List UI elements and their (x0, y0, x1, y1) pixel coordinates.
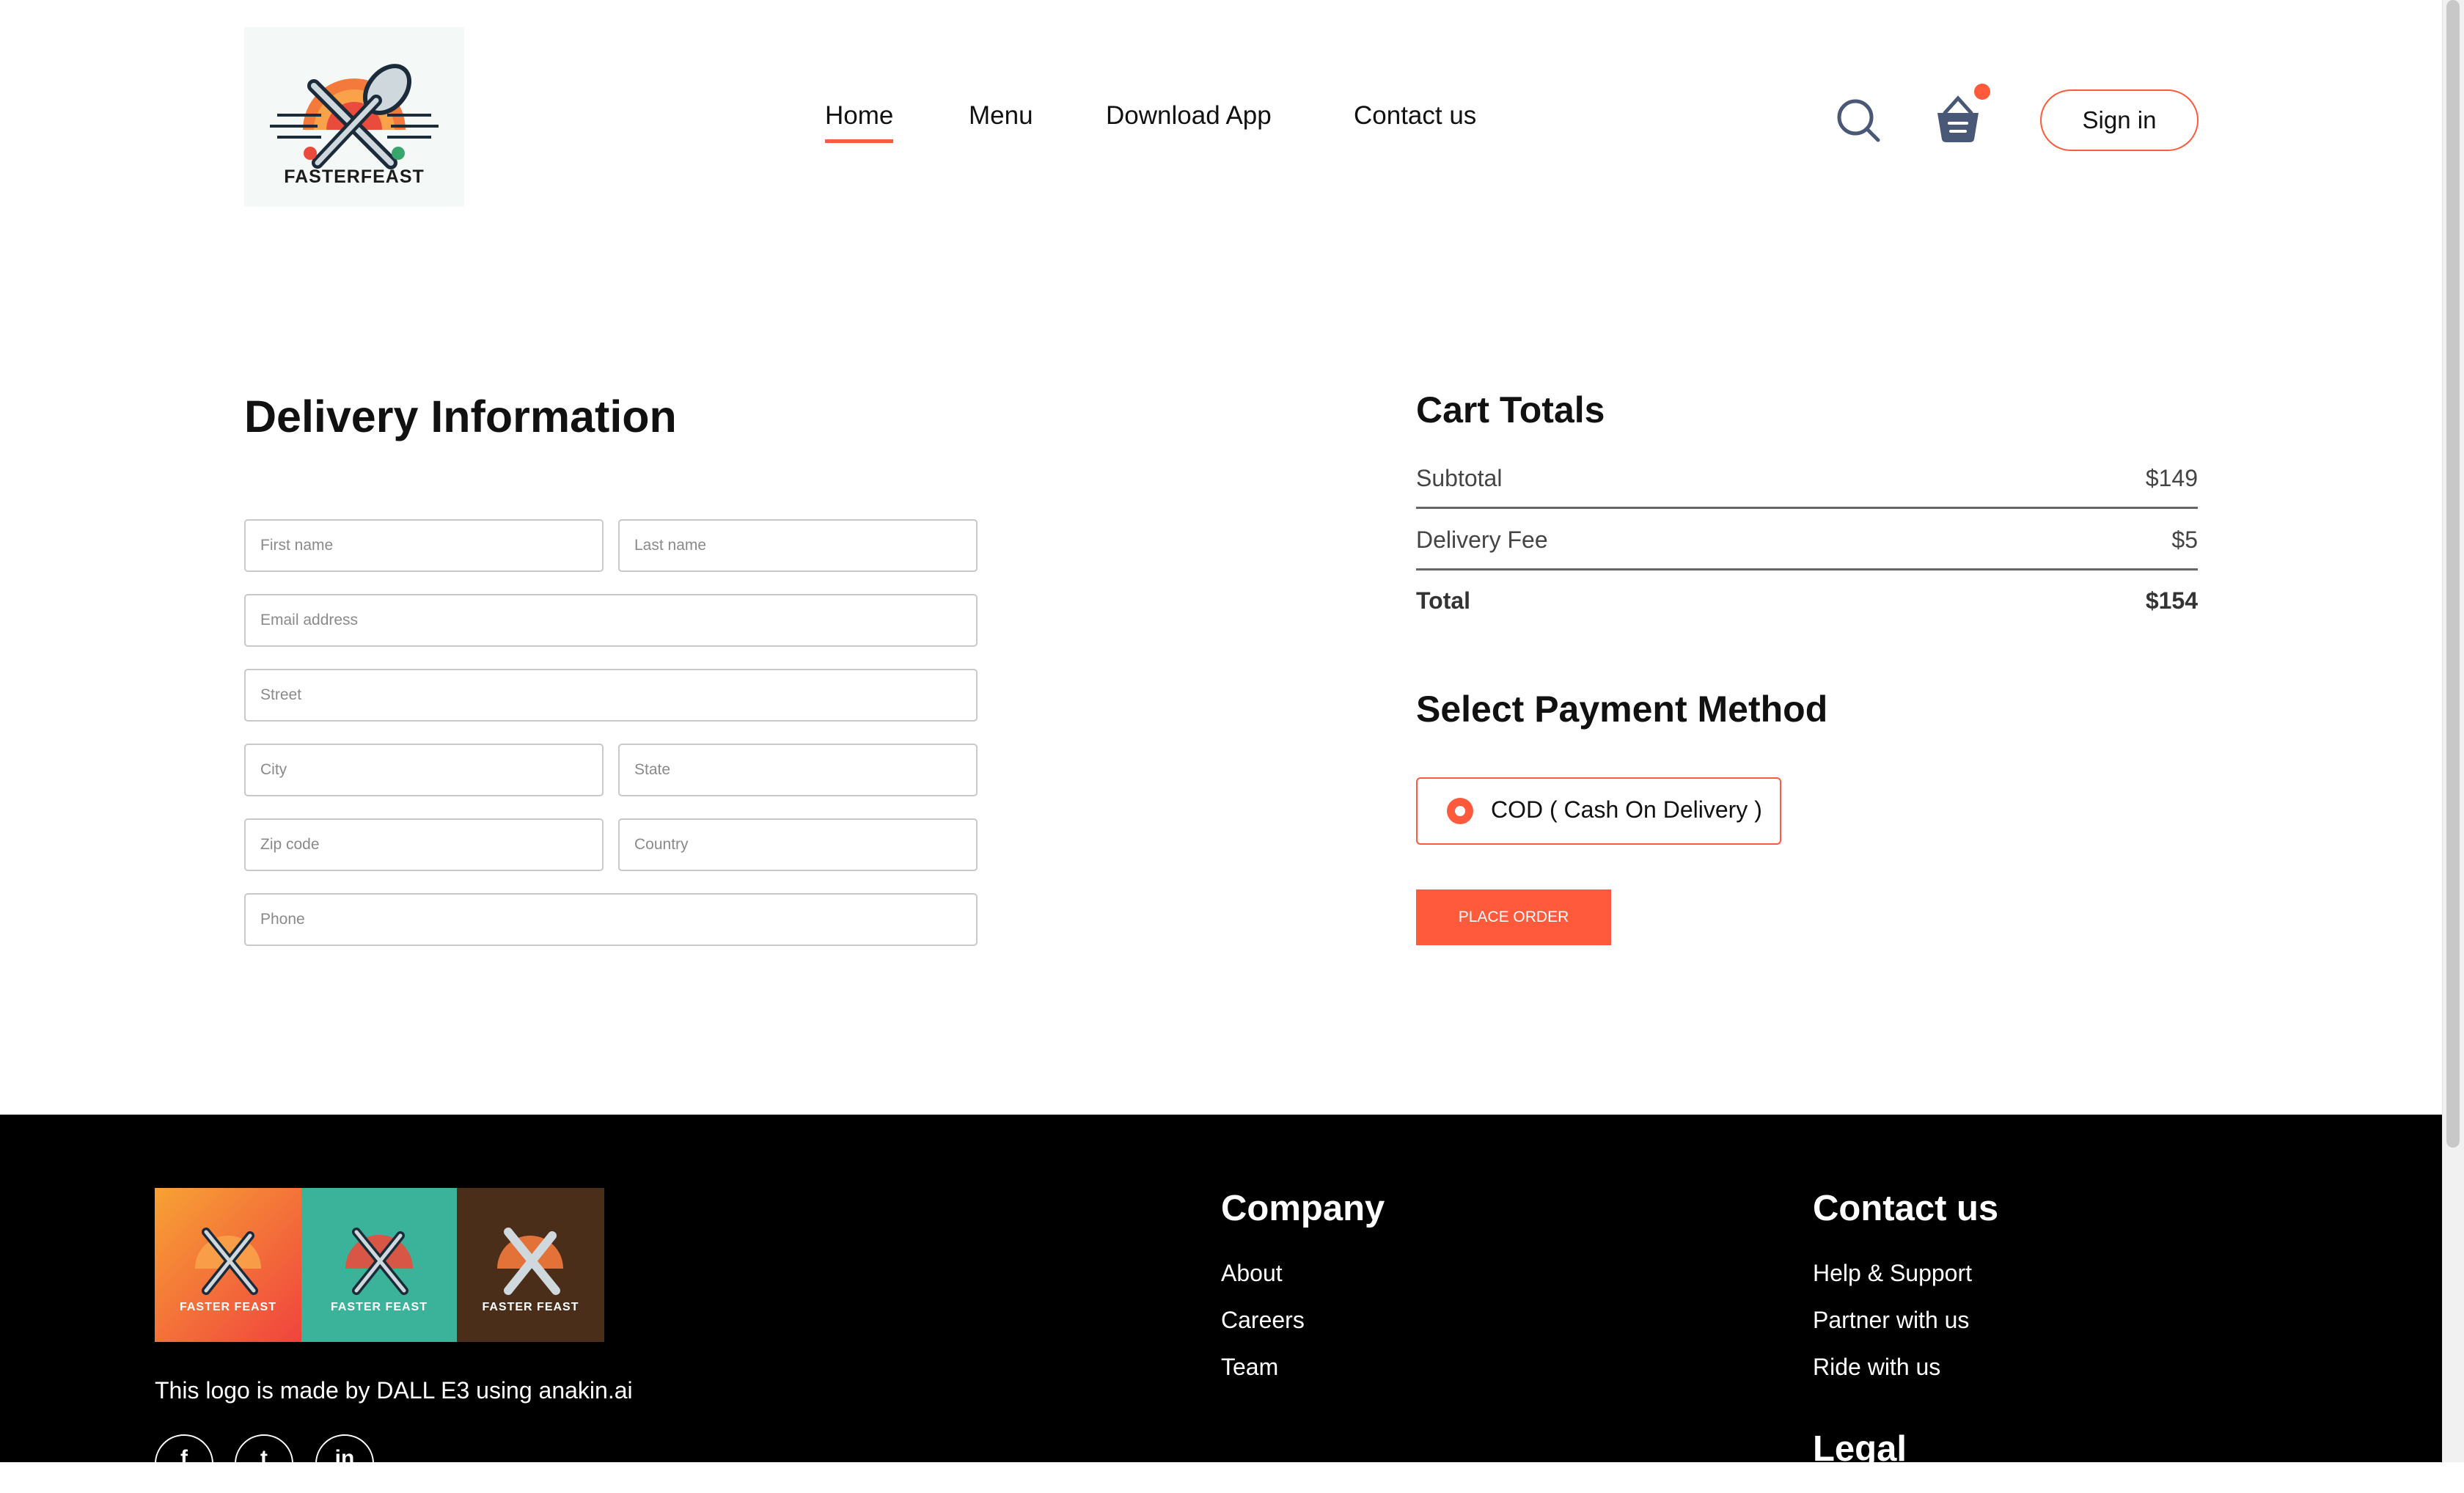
delivery-fee-label: Delivery Fee (1416, 527, 1548, 553)
last-name-field[interactable] (618, 519, 978, 572)
footer-link-ride[interactable]: Ride with us (1813, 1354, 1940, 1381)
logo-caption: This logo is made by DALL E3 using anaki… (155, 1377, 633, 1404)
email-field[interactable] (244, 594, 978, 647)
twitter-icon: t (260, 1446, 268, 1470)
footer-logo-text: FASTER FEAST (482, 1301, 579, 1313)
place-order-button[interactable]: PLACE ORDER (1416, 889, 1611, 945)
linkedin-button[interactable]: in (315, 1434, 374, 1493)
payment-option-label: COD ( Cash On Delivery ) (1491, 796, 1762, 823)
logo-emblem-icon (345, 1228, 413, 1295)
first-name-field[interactable] (244, 519, 604, 572)
subtotal-label: Subtotal (1416, 465, 1503, 491)
scrollbar-thumb[interactable] (2446, 0, 2460, 1148)
cart-totals-title: Cart Totals (1416, 389, 1605, 430)
total-label: Total (1416, 587, 1471, 614)
cart-badge-dot (1974, 84, 1990, 100)
payment-title: Select Payment Method (1416, 689, 1828, 730)
state-field[interactable] (618, 744, 978, 796)
country-field[interactable] (618, 818, 978, 871)
delivery-fee-value: $5 (2171, 527, 2198, 553)
radio-selected-icon[interactable] (1447, 798, 1473, 824)
footer-link-help-support[interactable]: Help & Support (1813, 1260, 1972, 1287)
divider (1416, 568, 2198, 571)
cart-button[interactable] (1935, 92, 1981, 144)
brand-logo[interactable]: FASTERFEAST (244, 27, 464, 207)
radio-dot (1455, 806, 1465, 816)
divider (1416, 507, 2198, 509)
logo-emblem-icon (195, 1228, 261, 1295)
delivery-title: Delivery Information (244, 392, 677, 441)
sign-in-button[interactable]: Sign in (2040, 89, 2199, 151)
facebook-button[interactable]: f (155, 1434, 213, 1493)
logo-emblem-icon (497, 1228, 563, 1295)
total-value: $154 (2145, 587, 2198, 614)
phone-field[interactable] (244, 893, 978, 946)
footer-link-careers[interactable]: Careers (1221, 1307, 1305, 1334)
zip-code-field[interactable] (244, 818, 604, 871)
nav-contact-us[interactable]: Contact us (1354, 101, 1476, 131)
linkedin-icon: in (334, 1446, 355, 1470)
footer: FASTER FEAST FASTER FEAST FASTER FEAST T… (0, 1115, 2442, 1493)
legal-heading: Legal (1813, 1429, 1907, 1469)
street-field[interactable] (244, 669, 978, 722)
nav-home[interactable]: Home (825, 101, 894, 143)
city-field[interactable] (244, 744, 604, 796)
twitter-button[interactable]: t (235, 1434, 293, 1493)
search-icon (1837, 99, 1880, 142)
facebook-icon: f (180, 1446, 188, 1470)
footer-logo-orange: FASTER FEAST (155, 1188, 301, 1342)
contact-heading: Contact us (1813, 1189, 1999, 1228)
subtotal-value: $149 (2145, 465, 2198, 491)
search-button[interactable] (1836, 98, 1881, 143)
footer-link-about[interactable]: About (1221, 1260, 1283, 1287)
footer-logo-text: FASTER FEAST (330, 1301, 428, 1313)
footer-link-partner[interactable]: Partner with us (1813, 1307, 1969, 1334)
company-heading: Company (1221, 1189, 1385, 1228)
footer-link-team[interactable]: Team (1221, 1354, 1278, 1381)
logo-text: FASTERFEAST (284, 166, 425, 187)
nav-menu[interactable]: Menu (969, 101, 1033, 131)
footer-logo-brown: FASTER FEAST (457, 1188, 604, 1342)
nav-download-app[interactable]: Download App (1106, 101, 1272, 131)
footer-logo-text: FASTER FEAST (179, 1301, 276, 1313)
basket-icon (1937, 95, 1979, 142)
payment-option-cod[interactable]: COD ( Cash On Delivery ) (1416, 777, 1781, 845)
footer-logo-teal: FASTER FEAST (301, 1188, 457, 1342)
